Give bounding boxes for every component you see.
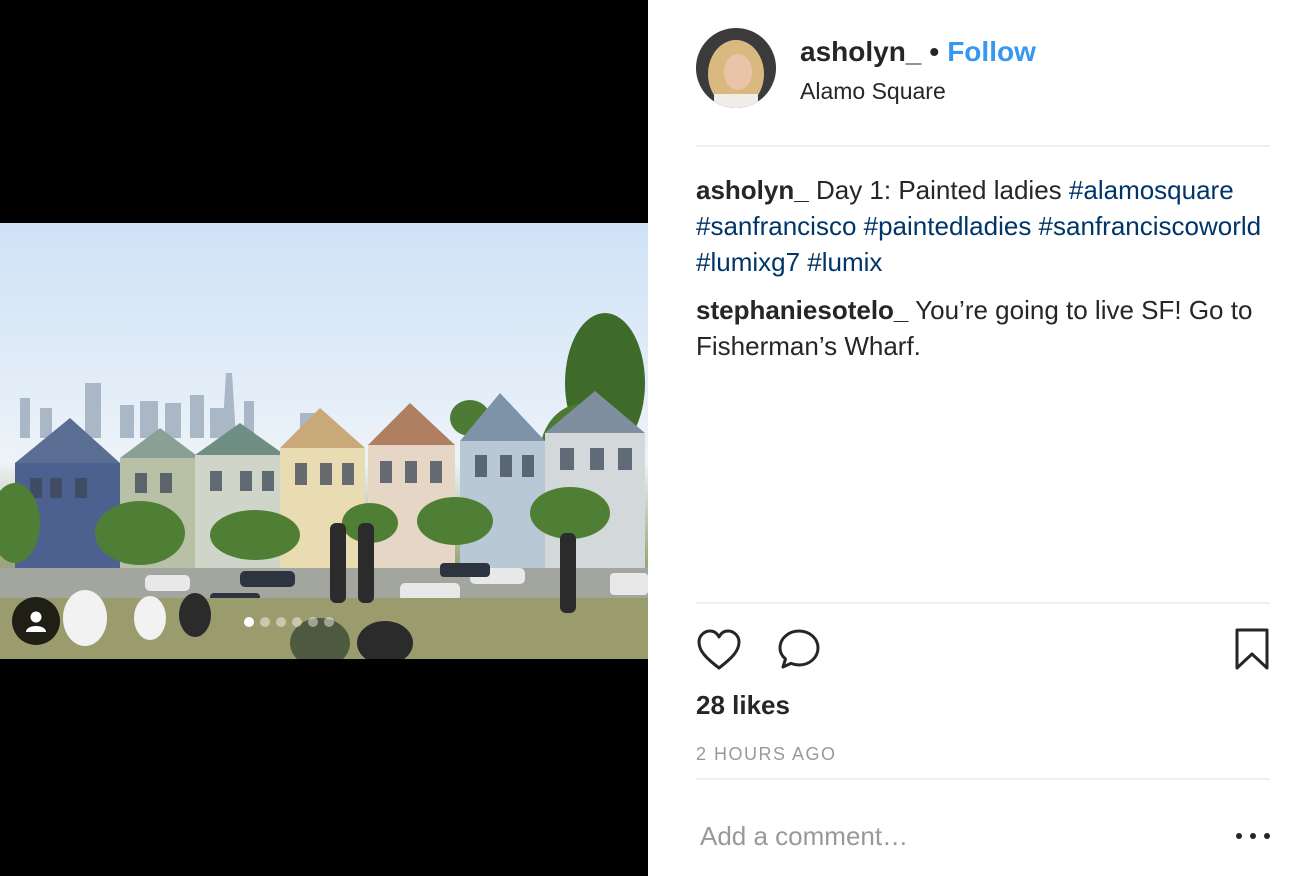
bookmark-icon[interactable] <box>1234 628 1270 672</box>
comment-username[interactable]: stephaniesotelo_ <box>696 295 908 325</box>
divider <box>696 602 1270 604</box>
painted-ladies-image <box>0 313 648 659</box>
separator-dot: • <box>929 36 940 67</box>
caption: asholyn_ Day 1: Painted ladies #alamosqu… <box>696 172 1270 280</box>
dot <box>1236 833 1242 839</box>
divider <box>696 778 1270 780</box>
comment: stephaniesotelo_ You’re going to live SF… <box>696 292 1270 364</box>
username-link[interactable]: asholyn_ <box>800 36 921 67</box>
carousel-indicator <box>244 617 334 627</box>
profile-photo <box>696 28 776 108</box>
location-link[interactable]: Alamo Square <box>800 78 946 105</box>
person-icon <box>26 611 46 632</box>
post-author: asholyn_ • Follow <box>800 36 1036 68</box>
comments-section: asholyn_ Day 1: Painted ladies #alamosqu… <box>696 172 1270 376</box>
heart-icon[interactable] <box>696 628 742 672</box>
avatar[interactable] <box>696 28 776 108</box>
carousel-dot[interactable] <box>244 617 254 627</box>
post-photo[interactable] <box>0 223 648 659</box>
like-count[interactable]: 28 likes <box>696 690 790 721</box>
divider <box>696 145 1270 147</box>
carousel-dot[interactable] <box>324 617 334 627</box>
carousel-dot[interactable] <box>308 617 318 627</box>
add-comment-input[interactable] <box>696 812 1184 860</box>
dot <box>1264 833 1270 839</box>
follow-button[interactable]: Follow <box>947 36 1036 67</box>
post-details: asholyn_ • Follow Alamo Square asholyn_ Da… <box>648 0 1306 876</box>
carousel-dot[interactable] <box>292 617 302 627</box>
carousel-dot[interactable] <box>276 617 286 627</box>
media-pane <box>0 0 648 876</box>
comment-text: Day 1: Painted ladies <box>815 175 1062 205</box>
action-bar <box>696 628 1270 674</box>
comment-username[interactable]: asholyn_ <box>696 175 809 205</box>
user-tags-button[interactable] <box>12 597 60 645</box>
carousel-dot[interactable] <box>260 617 270 627</box>
more-options-button[interactable] <box>1236 824 1270 848</box>
timestamp[interactable]: 2 HOURS AGO <box>696 744 837 765</box>
dot <box>1250 833 1256 839</box>
post-header: asholyn_ • Follow Alamo Square <box>696 28 1270 146</box>
speech-bubble-icon[interactable] <box>778 628 824 672</box>
